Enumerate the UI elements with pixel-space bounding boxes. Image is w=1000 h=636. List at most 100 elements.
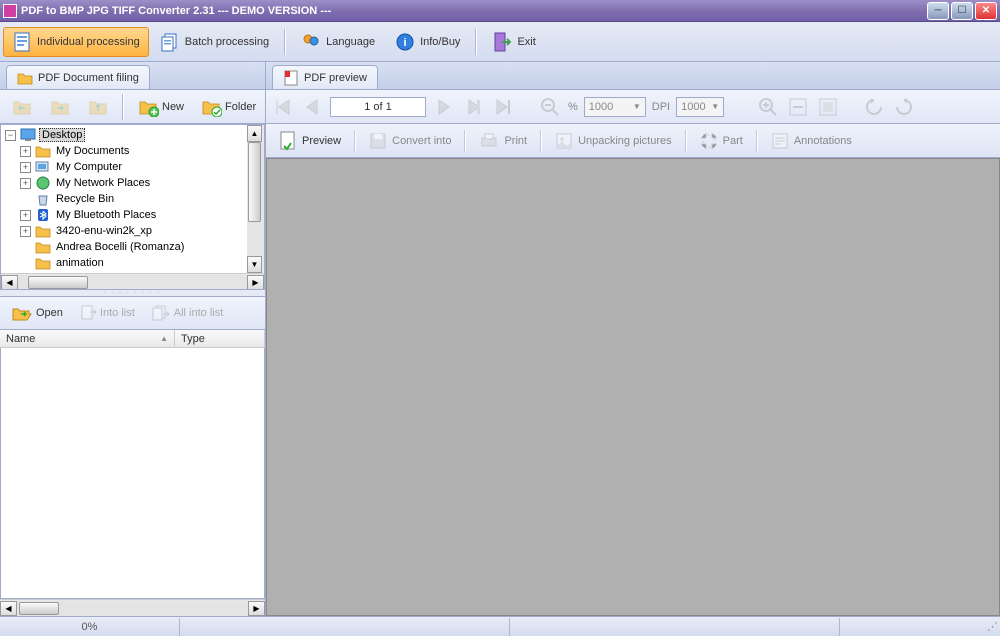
folder-check-icon [200,97,222,117]
separator [284,29,286,55]
scale-select[interactable]: 1000▼ [584,97,646,117]
last-page-button[interactable] [492,95,516,119]
expand-icon[interactable]: + [20,162,31,173]
rotate-right-button[interactable] [892,95,916,119]
column-type[interactable]: Type [175,330,265,347]
scroll-right-icon[interactable]: ▶ [247,275,264,290]
collapse-icon[interactable]: − [5,130,16,141]
percent-label: % [568,101,578,113]
into-list-label: Into list [100,307,135,319]
printer-icon [479,132,499,150]
batch-processing-button[interactable]: Batch processing [151,27,278,57]
folder-open-icon [11,304,33,322]
expand-icon[interactable]: + [20,210,31,221]
exit-button[interactable]: Exit [483,27,544,57]
open-button[interactable]: Open [4,300,70,326]
info-icon: i [395,32,415,52]
tree-vscrollbar[interactable]: ▲ ▼ [247,125,264,273]
recycle-bin-icon [35,192,51,206]
individual-processing-button[interactable]: Individual processing [3,27,149,57]
right-panel: PDF preview 1 of 1 % 1000▼ DPI 1000▼ [266,62,1000,616]
exit-door-icon [492,32,512,52]
file-list-header: Name▲ Type [0,330,265,348]
annotations-label: Annotations [794,135,852,147]
right-tab-row: PDF preview [266,62,1000,90]
next-page-button[interactable] [432,95,456,119]
expand-icon[interactable]: + [20,178,31,189]
expand-icon[interactable]: + [20,146,31,157]
scroll-thumb[interactable] [19,602,59,615]
zoom-in-button[interactable] [756,95,780,119]
close-button[interactable]: ✕ [975,2,997,20]
pdf-preview-tab[interactable]: PDF preview [272,65,378,89]
annotations-icon [771,132,789,150]
tree-item[interactable]: +My Documents [3,143,262,159]
folder-icon [17,71,33,85]
open-label: Open [36,307,63,319]
tree-item[interactable]: +3420-enu-win2k_xp [3,223,262,239]
documents-icon [35,144,51,158]
next-page-alt-button[interactable] [462,95,486,119]
preview-nav-toolbar: 1 of 1 % 1000▼ DPI 1000▼ [266,90,1000,124]
language-button[interactable]: Language [292,27,384,57]
main-toolbar: Individual processing Batch processing L… [0,22,1000,62]
new-button[interactable]: New [130,94,191,120]
file-list[interactable] [0,348,265,599]
tree-item[interactable]: animation [3,255,262,271]
status-progress: 0% [0,618,180,636]
save-icon [369,132,387,150]
all-into-list-label: All into list [174,307,224,319]
window-title: PDF to BMP JPG TIFF Converter 2.31 --- D… [21,5,927,17]
unpack-label: Unpacking pictures [578,135,672,147]
separator [464,130,466,152]
language-label: Language [326,36,375,48]
tree-item[interactable]: +My Computer [3,159,262,175]
scroll-thumb[interactable] [28,276,88,289]
folder-tree[interactable]: − Desktop +My Documents +My Computer +My… [0,124,265,290]
fit-page-button[interactable] [816,95,840,119]
file-toolbar: New Folder [0,90,265,124]
left-tab-row: PDF Document filing [0,62,265,90]
list-hscrollbar[interactable]: ◀ ▶ [0,599,265,616]
maximize-button[interactable]: ☐ [951,2,973,20]
fit-width-button[interactable] [786,95,810,119]
exit-label: Exit [517,36,535,48]
status-cell-4 [840,618,987,636]
document-icon [12,32,32,52]
expand-icon[interactable]: + [20,226,31,237]
all-into-list-button: All into list [144,300,231,326]
scroll-left-icon[interactable]: ◀ [1,275,18,290]
folder-icon [35,272,51,273]
new-folder-icon [137,97,159,117]
info-buy-button[interactable]: i Info/Buy [386,27,469,57]
dpi-select[interactable]: 1000▼ [676,97,724,117]
tree-item[interactable]: Recycle Bin [3,191,262,207]
folder-button[interactable]: Folder [193,94,263,120]
separator [354,130,356,152]
tree-root[interactable]: − Desktop [3,127,262,143]
zoom-out-button[interactable] [538,95,562,119]
tree-item[interactable]: +BSPlayer Pro v2.24.954 + Skin Maker [3,271,262,273]
convert-button: Convert into [360,128,460,154]
scroll-right-icon[interactable]: ▶ [248,601,265,616]
column-name[interactable]: Name▲ [0,330,175,347]
scroll-up-icon[interactable]: ▲ [247,125,262,142]
page-indicator[interactable]: 1 of 1 [330,97,426,117]
scroll-left-icon[interactable]: ◀ [0,601,17,616]
first-page-button[interactable] [270,95,294,119]
status-cell-3 [510,618,840,636]
scroll-thumb[interactable] [248,142,261,222]
tree-item[interactable]: +My Network Places [3,175,262,191]
tree-item[interactable]: Andrea Bocelli (Romanza) [3,239,262,255]
preview-button[interactable]: Preview [270,128,350,154]
all-into-list-icon [151,304,171,322]
prev-page-button[interactable] [300,95,324,119]
minimize-button[interactable]: ─ [927,2,949,20]
scroll-down-icon[interactable]: ▼ [247,256,262,273]
tree-hscrollbar[interactable]: ◀ ▶ [1,273,264,290]
pdf-filing-tab[interactable]: PDF Document filing [6,65,150,89]
tree-item[interactable]: +My Bluetooth Places [3,207,262,223]
rotate-left-button[interactable] [862,95,886,119]
resize-grip-icon[interactable]: ⋰ [987,620,996,633]
chevron-down-icon: ▼ [633,102,641,111]
